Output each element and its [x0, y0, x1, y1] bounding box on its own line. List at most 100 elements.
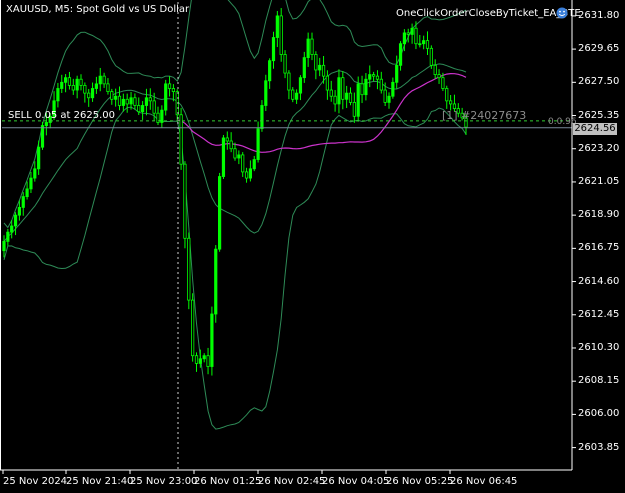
candle-body: [345, 92, 349, 100]
candle-body: [348, 92, 353, 103]
candle-body: [237, 154, 241, 159]
y-tick-label: 2612.45: [578, 308, 620, 320]
candle-body: [221, 137, 226, 177]
candle-body: [241, 154, 245, 173]
candle-body: [129, 97, 133, 105]
candle-body: [33, 168, 37, 179]
candle-body: [260, 105, 264, 130]
smiley-face-icon[interactable]: [556, 7, 568, 19]
candle-body: [387, 95, 391, 103]
candle-body: [429, 47, 433, 66]
candle-body: [210, 313, 214, 367]
candle-body: [206, 355, 210, 367]
candle-body: [287, 72, 291, 91]
candle-body: [321, 64, 326, 77]
candle-body: [125, 98, 129, 105]
candle-body: [337, 77, 341, 105]
candle-body: [133, 97, 137, 106]
candle-body: [29, 177, 33, 190]
y-tick-label: 2606.00: [578, 408, 620, 420]
axes: [0, 0, 576, 474]
candle-body: [310, 38, 314, 55]
candle-body: [40, 125, 45, 148]
candle-body: [383, 89, 387, 103]
candle-body: [83, 85, 87, 94]
slow-ma-line: [177, 72, 467, 153]
candle-body: [13, 214, 18, 227]
y-tick-label: 2608.15: [578, 375, 620, 387]
candle-body: [248, 168, 252, 179]
order-label[interactable]: SELL 0.05 at 2625.00: [8, 110, 115, 122]
candle-body: [194, 355, 199, 364]
candle-body: [414, 27, 418, 45]
candle-body: [279, 15, 283, 55]
candle-body: [167, 83, 172, 89]
candle-body: [148, 97, 152, 102]
candle-body: [329, 89, 333, 97]
x-tick-label: 25 Nov 23:00: [130, 476, 198, 487]
candle-body: [352, 101, 356, 117]
candle-body: [418, 43, 422, 46]
candle-body: [306, 38, 310, 59]
y-tick-label: 2610.30: [578, 341, 620, 353]
price-chart[interactable]: [0, 0, 625, 493]
candle-body: [10, 225, 14, 233]
candle-body: [379, 78, 383, 91]
y-tick-label: 2623.20: [578, 142, 620, 154]
candle-body: [106, 83, 110, 92]
candle-body: [179, 114, 183, 165]
candle-body: [275, 15, 279, 38]
candle-body: [452, 103, 457, 109]
candle-body: [445, 88, 449, 102]
candle-body: [102, 75, 106, 85]
candle-body: [271, 37, 276, 62]
x-tick-label: 26 Nov 06:45: [450, 476, 518, 487]
y-tick-label: 2603.85: [578, 441, 620, 453]
candle-body: [191, 299, 195, 357]
candle-body: [37, 146, 41, 170]
chart-window[interactable]: XAUUSD, M5: Spot Gold vs US Dollar OneCl…: [0, 0, 625, 493]
candle-body: [67, 77, 72, 86]
y-tick-label: 2616.75: [578, 242, 620, 254]
candle-body: [371, 74, 376, 77]
candle-body: [75, 78, 79, 91]
candle-body: [395, 64, 399, 83]
candle-body: [433, 64, 437, 75]
candle-body: [160, 109, 164, 123]
candle-body: [90, 88, 95, 99]
y-tick-label: 2631.80: [578, 9, 620, 21]
candle-body: [302, 57, 306, 79]
candle-body: [117, 95, 122, 106]
ticket-label[interactable]: [1] #24027673: [442, 110, 526, 122]
moving-average: [177, 72, 467, 153]
candle-body: [402, 32, 407, 45]
candle-body: [318, 64, 322, 71]
x-tick-label: 26 Nov 05:25: [386, 476, 454, 487]
candle-body: [6, 231, 10, 242]
trade-lines: [2, 2, 572, 470]
candle-body: [298, 77, 303, 94]
candle-body: [341, 77, 345, 100]
candle-body: [425, 40, 430, 49]
candle-body: [17, 207, 22, 216]
candle-body: [164, 83, 168, 111]
candle-body: [94, 83, 98, 89]
candle-body: [140, 105, 145, 113]
candle-body: [268, 60, 272, 82]
candle-body: [114, 95, 118, 100]
candle-body: [264, 80, 268, 106]
candle-body: [214, 248, 218, 315]
x-tick-label: 25 Nov 21:40: [66, 476, 134, 487]
candle-body: [291, 89, 295, 100]
y-tick-label: 2625.35: [578, 109, 620, 121]
candle-body: [110, 91, 114, 100]
candle-body: [87, 92, 91, 99]
candle-body: [202, 355, 206, 360]
x-tick-label: 25 Nov 2024: [3, 476, 68, 487]
candle-body: [187, 237, 191, 301]
candle-body: [56, 88, 60, 102]
ea-name-label[interactable]: OneClickOrderCloseByTicket_EA_BTE: [396, 8, 581, 19]
candle-body: [256, 128, 260, 160]
candle-body: [183, 163, 187, 239]
candle-body: [60, 81, 64, 89]
